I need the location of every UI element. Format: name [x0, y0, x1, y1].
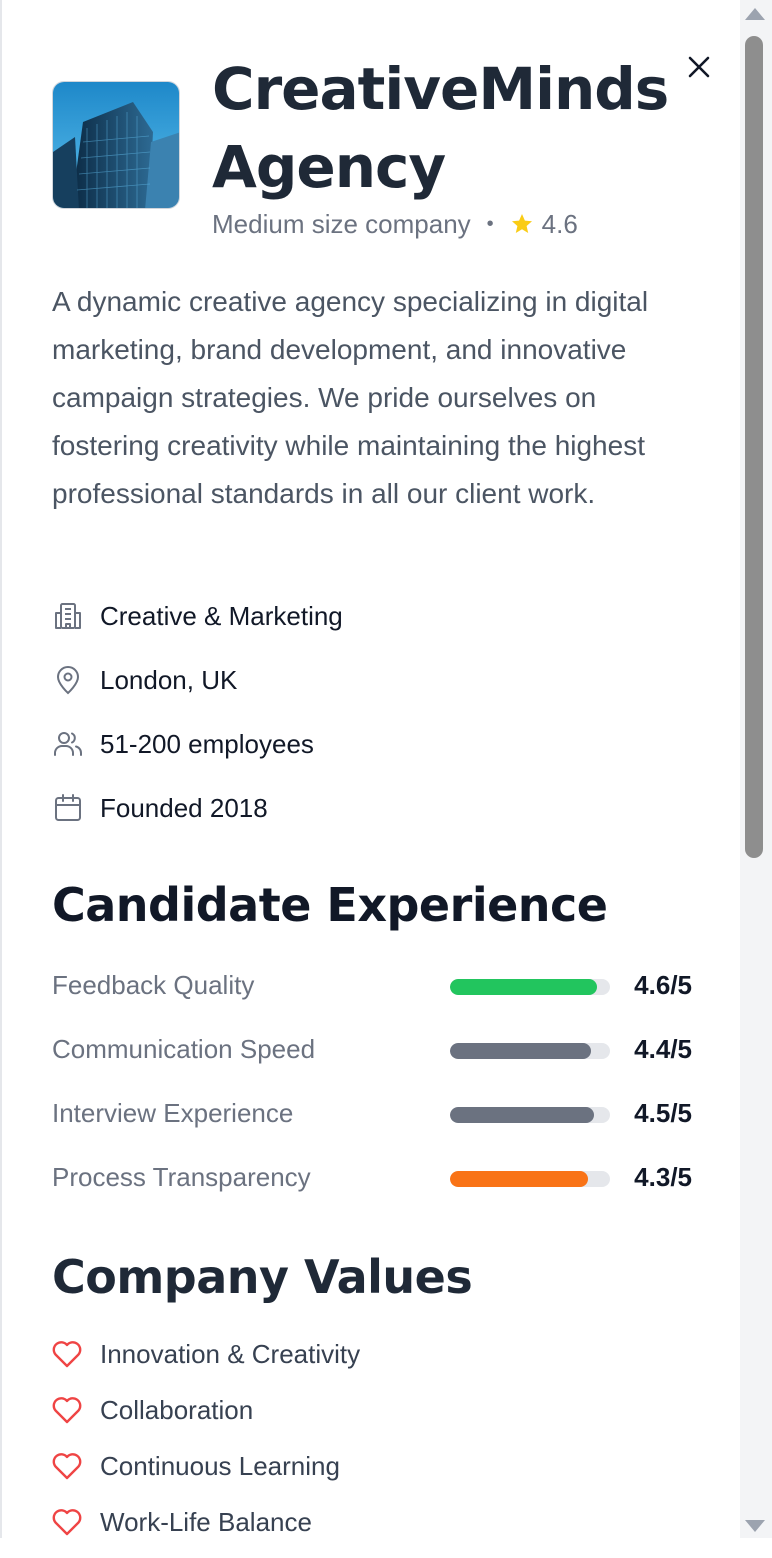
rating-label: Process Transparency [52, 1162, 311, 1192]
rating-bar-fill [450, 1107, 594, 1123]
value-label: Collaboration [100, 1394, 254, 1425]
building-icon [52, 600, 84, 632]
detail-location-text: London, UK [100, 664, 238, 695]
rating-row: Communication Speed 4.4/5 [52, 1026, 692, 1090]
detail-industry-text: Creative & Marketing [100, 600, 343, 631]
value-item: Innovation & Creativity [52, 1334, 692, 1374]
rating-label: Communication Speed [52, 1034, 316, 1064]
company-name: CreativeMinds Agency [212, 55, 669, 201]
heart-icon [52, 1450, 84, 1482]
company-details: Creative & Marketing London, UK 51-200 e… [52, 592, 692, 848]
value-label: Innovation & Creativity [100, 1338, 361, 1369]
detail-founded-text: Founded 2018 [100, 792, 268, 823]
rating-bar [450, 1107, 610, 1123]
rating-bar [450, 1171, 610, 1187]
rating-score: 4.6/5 [634, 970, 692, 1000]
rating-bar [450, 979, 610, 995]
rating-label: Feedback Quality [52, 970, 255, 1000]
company-logo [52, 81, 180, 209]
value-item: Work-Life Balance [52, 1502, 692, 1542]
value-label: Continuous Learning [100, 1450, 340, 1481]
company-rating: 4.6 [541, 208, 578, 239]
detail-industry: Creative & Marketing [52, 592, 692, 640]
value-item: Collaboration [52, 1390, 692, 1430]
rating-row: Feedback Quality 4.6/5 [52, 962, 692, 1026]
company-values-heading: Company Values [52, 1250, 473, 1304]
rating-bar-fill [450, 1171, 588, 1187]
rating-label: Interview Experience [52, 1098, 294, 1128]
detail-employees-text: 51-200 employees [100, 728, 314, 759]
candidate-experience-ratings: Feedback Quality 4.6/5 Communication Spe… [52, 962, 692, 1218]
scroll-up-arrow-icon[interactable] [745, 8, 765, 20]
company-values-list: Innovation & Creativity Collaboration Co… [52, 1334, 692, 1558]
detail-founded: Founded 2018 [52, 784, 692, 832]
detail-employees: 51-200 employees [52, 720, 692, 768]
heart-icon [52, 1394, 84, 1426]
users-icon [52, 728, 84, 760]
rating-bar [450, 1043, 610, 1059]
candidate-experience-heading: Candidate Experience [52, 878, 608, 932]
heart-icon [52, 1338, 84, 1370]
scrollbar-thumb[interactable] [745, 36, 763, 858]
close-button[interactable] [686, 54, 712, 80]
company-size: Medium size company [212, 208, 471, 239]
rating-row: Process Transparency 4.3/5 [52, 1154, 692, 1218]
heart-icon [52, 1506, 84, 1538]
rating-score: 4.5/5 [634, 1098, 692, 1128]
value-item: Continuous Learning [52, 1446, 692, 1486]
company-detail-panel: CreativeMinds Agency Medium size company… [0, 0, 740, 1538]
scrollbar[interactable] [740, 0, 772, 1538]
company-description: A dynamic creative agency specializing i… [52, 286, 649, 509]
meta-separator: • [486, 212, 494, 235]
star-icon [510, 212, 534, 236]
calendar-icon [52, 792, 84, 824]
rating-bar-fill [450, 979, 598, 995]
value-label: Work-Life Balance [100, 1506, 312, 1537]
rating-row: Interview Experience 4.5/5 [52, 1090, 692, 1154]
map-pin-icon [52, 664, 84, 696]
close-icon [688, 56, 710, 78]
scroll-down-arrow-icon[interactable] [745, 1520, 765, 1532]
rating-score: 4.4/5 [634, 1034, 692, 1064]
company-meta: Medium size company • 4.6 [212, 206, 578, 242]
rating-score: 4.3/5 [634, 1162, 692, 1192]
detail-location: London, UK [52, 656, 692, 704]
rating-bar-fill [450, 1043, 591, 1059]
